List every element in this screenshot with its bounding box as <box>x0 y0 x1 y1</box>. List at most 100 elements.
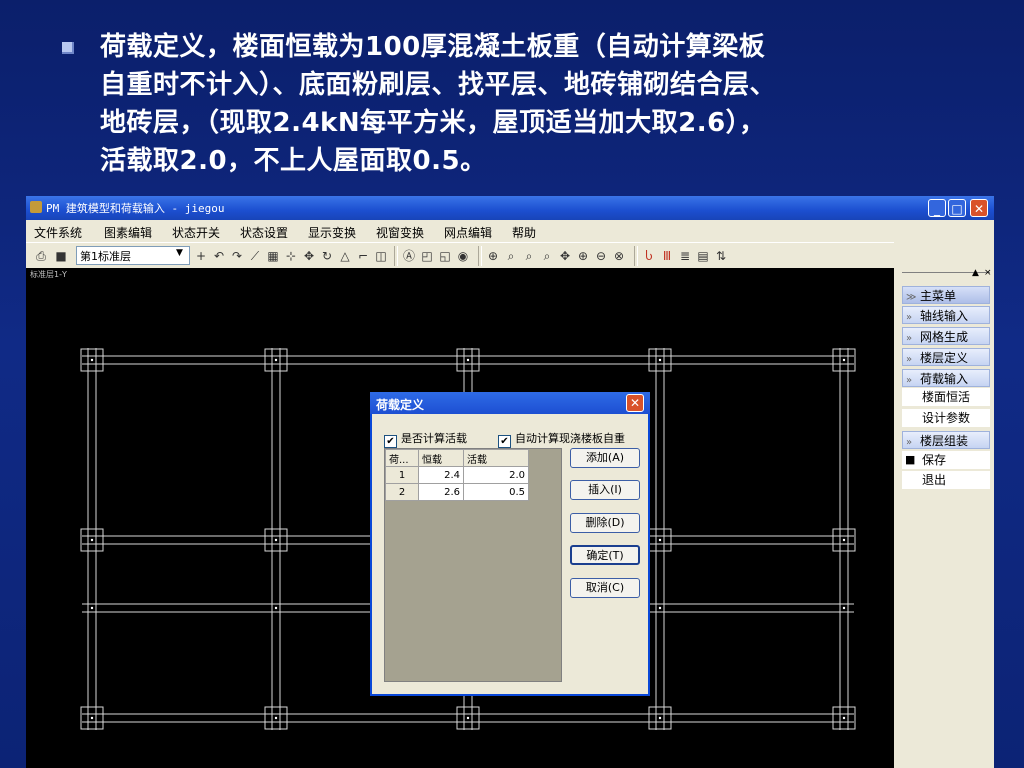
menu-bar: 文件系统 图素编辑 状态开关 状态设置 显示变换 视窗变换 网点编辑 帮助 <box>26 220 994 242</box>
dialog-title-bar[interactable]: 荷载定义 ✕ <box>370 392 650 414</box>
pan-icon[interactable]: ✥ <box>558 249 572 263</box>
calc-live-load-label: 是否计算活载 <box>401 432 467 445</box>
menu-axis-input-label: 轴线输入 <box>920 309 969 323</box>
col-header-id[interactable]: 荷... <box>385 449 419 467</box>
view-3d-icon[interactable]: ◰ <box>420 249 434 263</box>
menu-grid-generate[interactable]: » 网格生成 <box>902 327 990 345</box>
load-definition-dialog: 荷载定义 ✕ ✔ 是否计算活载 ✔ 自动计算现浇楼板自重 荷... 恒载 活载 1 … <box>370 392 650 696</box>
zoom-icon[interactable]: ⌕ <box>504 249 518 263</box>
undo-icon[interactable]: ↶ <box>212 249 226 263</box>
box-icon[interactable]: ◫ <box>374 249 388 263</box>
grid-icon[interactable]: ▦ <box>266 249 280 263</box>
zoom-window-icon[interactable]: ⊕ <box>486 249 500 263</box>
menu-help[interactable]: 帮助 <box>512 224 536 241</box>
toolbar: ⎙ ■ 第1标准层 ▼ + ↶ ↷ ⟋ ▦ ⊹ ✥ ↻ △ ⌐ ◫ Ⓐ ◰ ◱ … <box>26 242 894 270</box>
title-bar[interactable]: PM 建筑模型和荷载输入 - jiegou _ □ ✕ <box>26 196 994 220</box>
menu-floor-define[interactable]: » 楼层定义 <box>902 348 990 366</box>
live-load-cell[interactable]: 2.0 <box>463 466 529 484</box>
app-icon <box>30 201 42 213</box>
cancel-button[interactable]: 取消(C) <box>570 578 640 598</box>
ok-button[interactable]: 确定(T) <box>570 545 640 565</box>
delete-button[interactable]: 删除(D) <box>570 513 640 533</box>
auto-slab-weight-checkbox[interactable]: ✔ 自动计算现浇楼板自重 <box>498 430 625 448</box>
menu-axis-input[interactable]: » 轴线输入 <box>902 306 990 324</box>
menu-floor-assemble[interactable]: » 楼层组装 <box>902 431 990 449</box>
add-button[interactable]: 添加(A) <box>570 448 640 468</box>
print-icon[interactable]: ⎙ <box>34 249 48 263</box>
zoom-dynamic-icon[interactable]: ⌕ <box>540 249 554 263</box>
checkmark-icon: ✔ <box>384 435 397 448</box>
maximize-button[interactable]: □ <box>948 199 966 217</box>
chevron-down-icon[interactable]: ▼ <box>176 248 183 258</box>
node-icon[interactable]: ⊹ <box>284 249 298 263</box>
col-header-live[interactable]: 活载 <box>463 449 529 467</box>
insert-button[interactable]: 插入(I) <box>570 480 640 500</box>
menu-exit[interactable]: 退出 <box>902 471 990 489</box>
view-eye-icon[interactable]: ◉ <box>456 249 470 263</box>
toolbar-separator <box>634 246 638 266</box>
menu-grid-generate-label: 网格生成 <box>920 330 969 344</box>
zoom-prev-icon[interactable]: ⌕ <box>522 249 536 263</box>
menu-main-label: 主菜单 <box>920 289 957 303</box>
auto-slab-weight-label: 自动计算现浇楼板自重 <box>515 432 625 445</box>
row-id: 2 <box>385 483 419 501</box>
toolbar-separator <box>394 246 398 266</box>
menu-grid-edit[interactable]: 网点编辑 <box>444 224 492 241</box>
dead-load-cell[interactable]: 2.6 <box>418 483 464 501</box>
slide-line: 自重时不计入）、底面粉刷层、找平层、地砖铺砌结合层、 <box>100 70 777 100</box>
align-icon[interactable]: ⇅ <box>714 249 728 263</box>
close-button[interactable]: ✕ <box>970 199 988 217</box>
chevron-right-icon: » <box>906 333 913 344</box>
mirror-icon[interactable]: △ <box>338 249 352 263</box>
row-id: 1 <box>385 466 419 484</box>
floor-select[interactable]: 第1标准层 <box>76 246 190 265</box>
save-icon[interactable]: ■ <box>54 249 68 263</box>
col-header-dead[interactable]: 恒载 <box>418 449 464 467</box>
measure-icon[interactable]: ⟋ <box>248 249 262 263</box>
dead-load-cell[interactable]: 2.4 <box>418 466 464 484</box>
menu-design-params[interactable]: 设计参数 <box>902 409 990 427</box>
menu-floor-loads[interactable]: 楼面恒活 <box>902 388 990 406</box>
table-row[interactable]: 2 2.6 0.5 <box>385 483 529 501</box>
menu-floor-assemble-label: 楼层组装 <box>920 434 969 448</box>
window-title: PM 建筑模型和荷载输入 - jiegou <box>46 202 225 215</box>
slide-body-text: 荷载定义，楼面恒载为100厚混凝土板重（自动计算梁板 自重时不计入）、底面粉刷层… <box>100 28 1000 180</box>
menu-edit-elements[interactable]: 图素编辑 <box>104 224 152 241</box>
minimize-button[interactable]: _ <box>928 199 946 217</box>
calc-live-load-checkbox[interactable]: ✔ 是否计算活载 <box>384 430 467 448</box>
menu-state-switch[interactable]: 状态开关 <box>172 224 220 241</box>
dialog-close-button[interactable]: ✕ <box>626 394 644 412</box>
wall-icon[interactable]: ≣ <box>678 249 692 263</box>
save-icon: ■ <box>905 453 916 466</box>
view-box-icon[interactable]: ◱ <box>438 249 452 263</box>
app-window: PM 建筑模型和荷载输入 - jiegou _ □ ✕ 文件系统 图素编辑 状态… <box>26 196 994 768</box>
rotate-icon[interactable]: ↻ <box>320 249 334 263</box>
menu-load-input[interactable]: » 荷载输入 <box>902 369 990 387</box>
table-row[interactable]: 1 2.4 2.0 <box>385 466 529 484</box>
line-icon[interactable]: ⌐ <box>356 249 370 263</box>
move-icon[interactable]: ✥ <box>302 249 316 263</box>
dialog-title: 荷载定义 <box>376 398 425 412</box>
menu-save[interactable]: ■ 保存 <box>902 451 990 469</box>
beam-icon[interactable]: Ⴑ <box>642 249 656 263</box>
menu-file[interactable]: 文件系统 <box>34 224 82 241</box>
floor-icon[interactable]: ▤ <box>696 249 710 263</box>
column-icon[interactable]: Ⅲ <box>660 249 674 263</box>
menu-state-settings[interactable]: 状态设置 <box>240 224 288 241</box>
live-load-cell[interactable]: 0.5 <box>463 483 529 501</box>
panel-pin-icon[interactable]: ▲ <box>972 268 979 278</box>
menu-view[interactable]: 视窗变换 <box>376 224 424 241</box>
view-a-icon[interactable]: Ⓐ <box>402 249 416 263</box>
slide-line: 活载取2.0，不上人屋面取0.5。 <box>100 146 487 176</box>
menu-main[interactable]: ≫ 主菜单 <box>902 286 990 304</box>
redo-icon[interactable]: ↷ <box>230 249 244 263</box>
panel-close-icon[interactable]: × <box>984 268 992 278</box>
crosshair-icon[interactable]: + <box>194 249 208 263</box>
menu-display[interactable]: 显示变换 <box>308 224 356 241</box>
zoom-in-icon[interactable]: ⊕ <box>576 249 590 263</box>
zoom-out-icon[interactable]: ⊖ <box>594 249 608 263</box>
menu-load-input-label: 荷载输入 <box>920 372 969 386</box>
slide-line: 地砖层，（现取2.4kN每平方米，屋顶适当加大取2.6）， <box>100 108 766 138</box>
zoom-all-icon[interactable]: ⊗ <box>612 249 626 263</box>
load-table: 荷... 恒载 活载 1 2.4 2.0 2 2.6 0.5 <box>384 448 562 682</box>
